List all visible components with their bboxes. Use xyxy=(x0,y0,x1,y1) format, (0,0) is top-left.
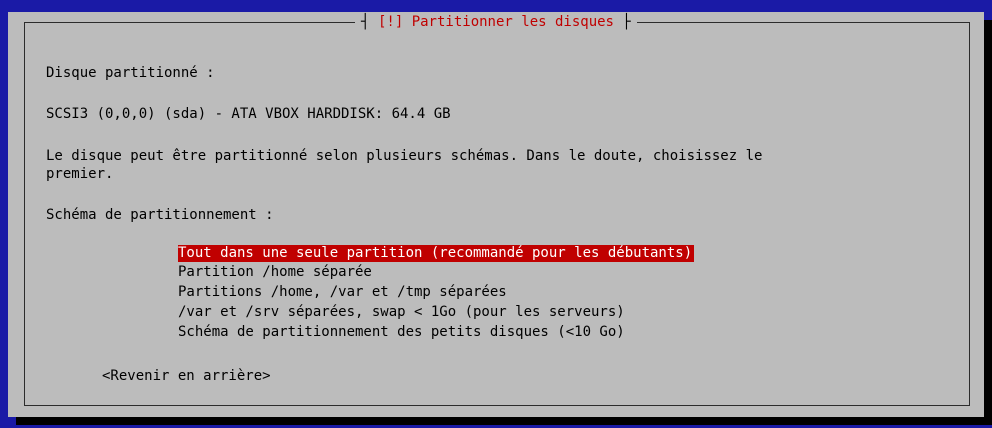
option-separate-home[interactable]: Partition /home séparée xyxy=(178,264,372,281)
dialog-shadow-right xyxy=(984,20,992,425)
title-bar-right: ├ xyxy=(614,14,631,30)
dialog-shadow-bottom xyxy=(16,417,992,425)
scheme-label: Schéma de partitionnement : xyxy=(46,207,274,223)
title-bar-left: ┤ xyxy=(361,14,378,30)
description-line-2: premier. xyxy=(46,166,114,182)
option-separate-home-var-tmp[interactable]: Partitions /home, /var et /tmp séparées xyxy=(178,284,507,301)
description-line-1: Le disque peut être partitionné selon pl… xyxy=(46,148,763,164)
back-button[interactable]: <Revenir en arrière> xyxy=(102,368,271,385)
dialog-title-row: ┤ [!] Partitionner les disques ├ xyxy=(0,12,992,44)
dialog-title: [!] Partitionner les disques xyxy=(377,14,614,30)
option-small-disks[interactable]: Schéma de partitionnement des petits dis… xyxy=(178,324,625,341)
installer-screen: ┤ [!] Partitionner les disques ├ Disque … xyxy=(0,0,992,428)
option-separate-var-srv[interactable]: /var et /srv séparées, swap < 1Go (pour … xyxy=(178,304,625,321)
disk-name: SCSI3 (0,0,0) (sda) - ATA VBOX HARDDISK:… xyxy=(46,106,451,122)
option-single-partition[interactable]: Tout dans une seule partition (recommand… xyxy=(178,245,695,262)
disk-label: Disque partitionné : xyxy=(46,65,215,81)
